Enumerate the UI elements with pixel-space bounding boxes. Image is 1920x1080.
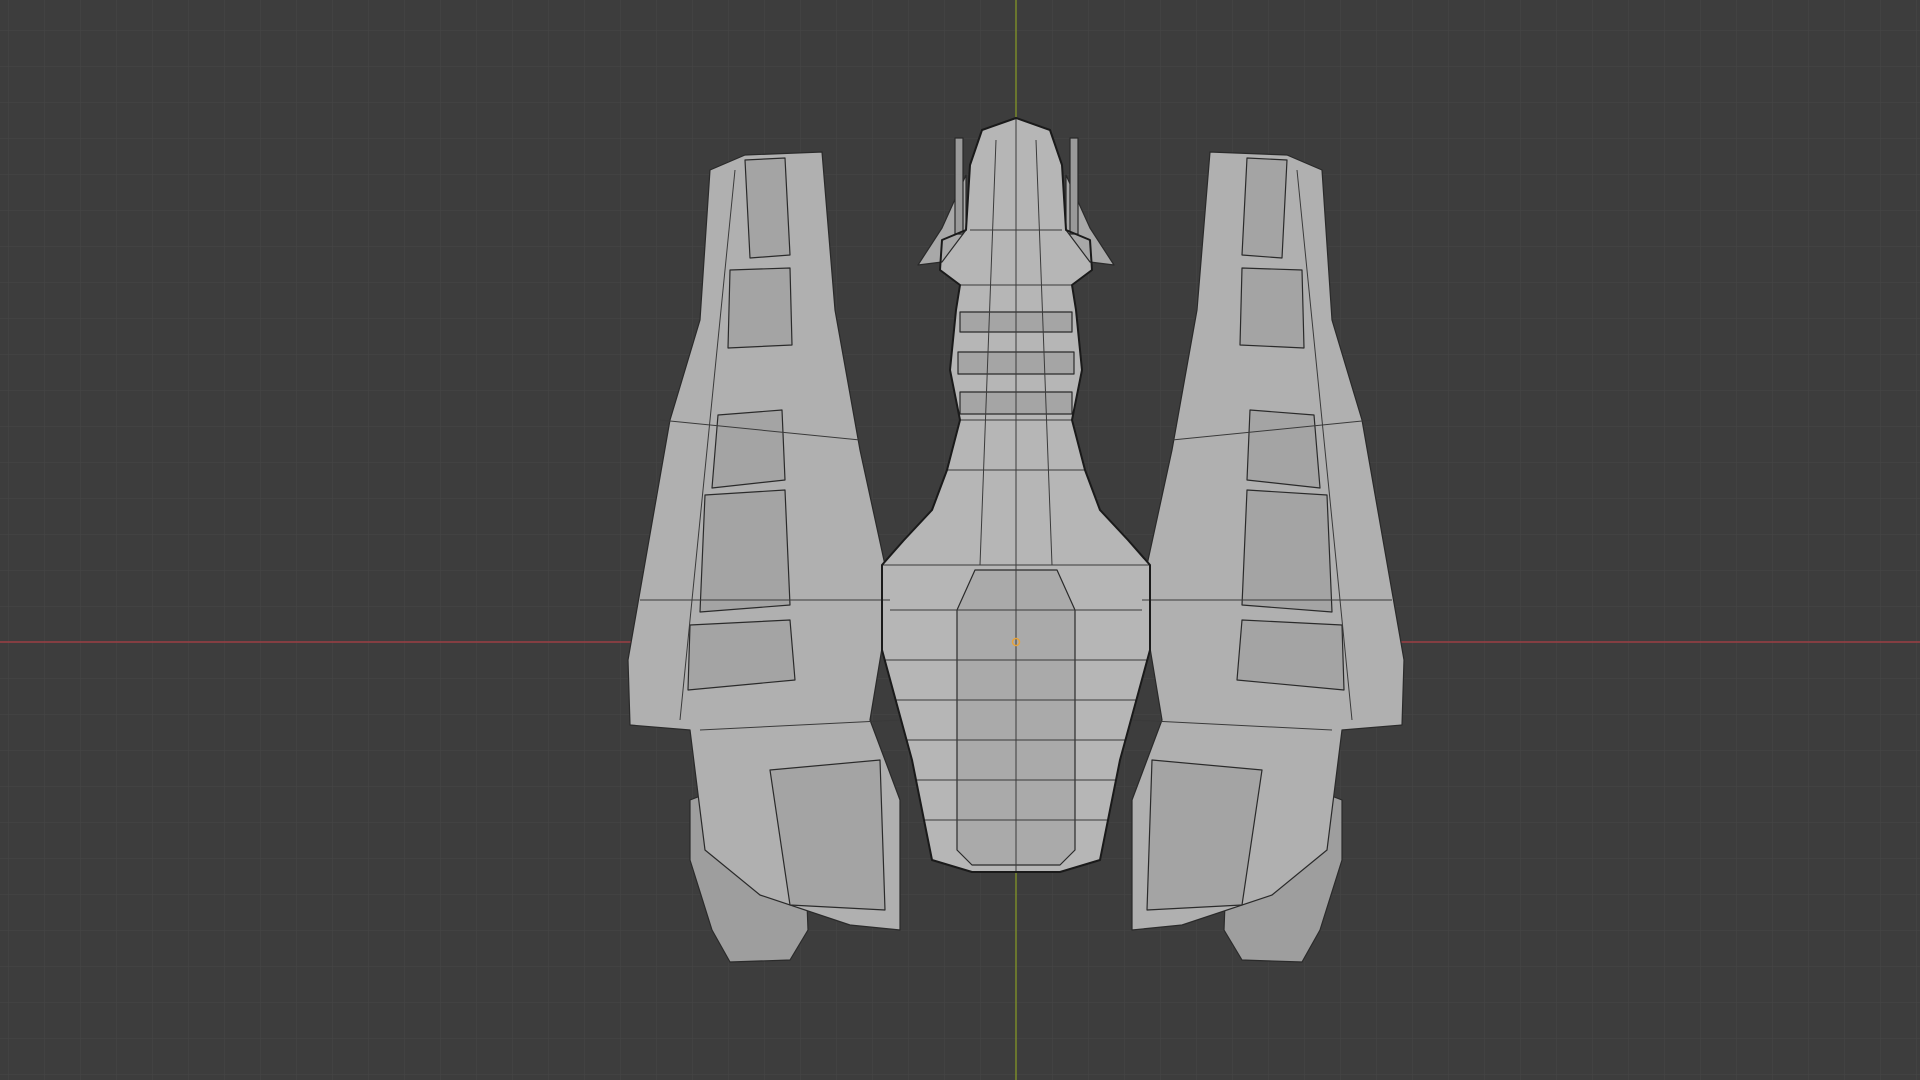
right-antenna: [1069, 137, 1079, 235]
left-antenna: [954, 137, 964, 235]
spaceship-mesh[interactable]: [627, 117, 1405, 963]
3d-viewport[interactable]: [0, 0, 1920, 1080]
